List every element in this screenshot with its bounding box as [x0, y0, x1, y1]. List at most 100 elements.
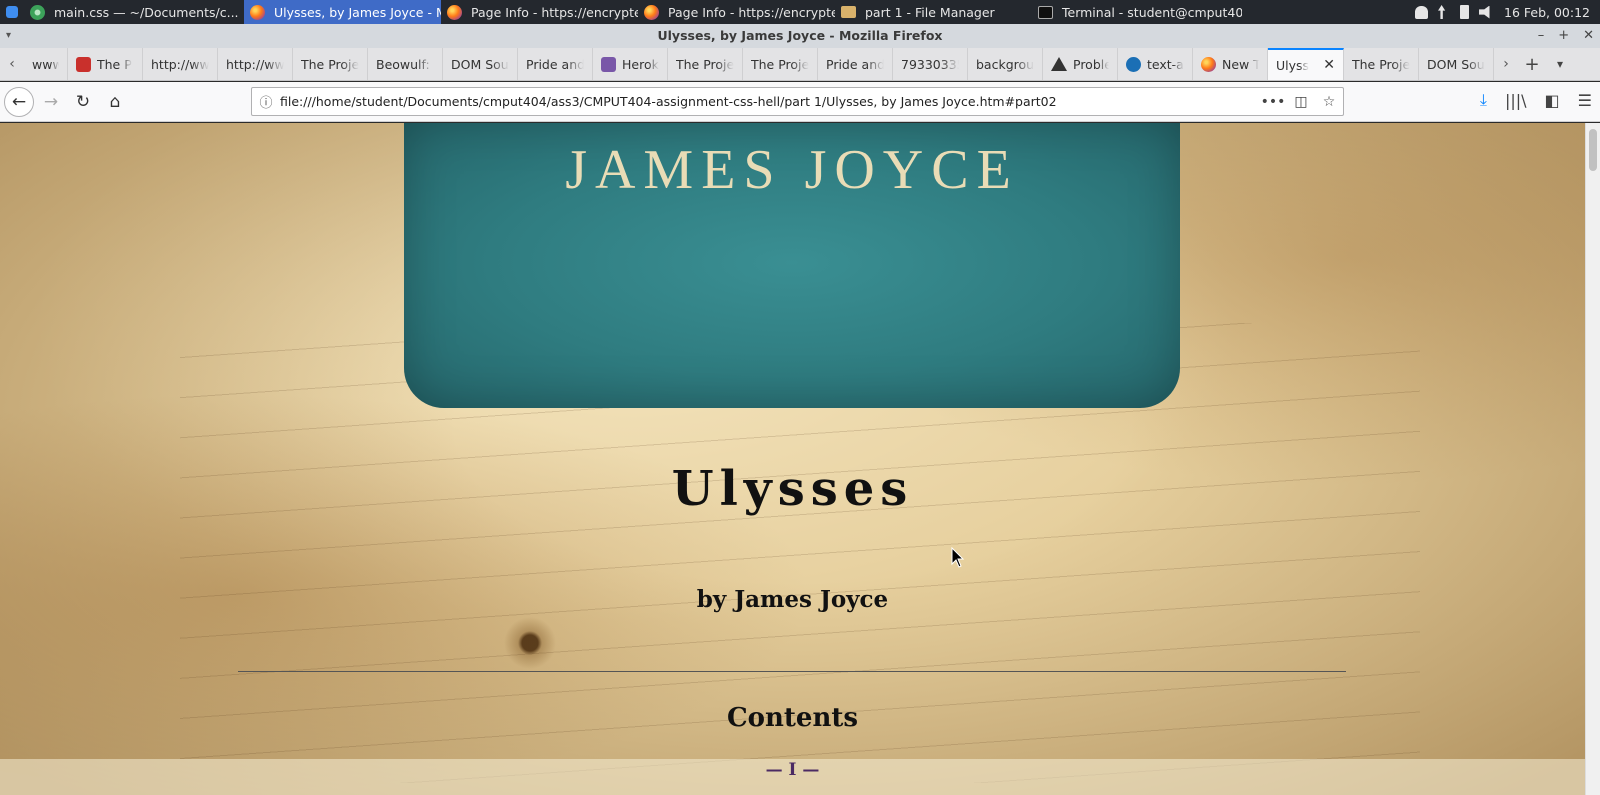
taskbar-item-label: Terminal - student@cmput40...	[1062, 4, 1242, 20]
tab-active-ulysses[interactable]: Ulyss ✕	[1268, 48, 1344, 80]
part-one-link[interactable]: — I —	[0, 760, 1585, 780]
window-title: Ulysses, by James Joyce - Mozilla Firefo…	[657, 28, 943, 43]
tab[interactable]: Herok	[593, 48, 668, 80]
pocket-icon[interactable]: ◫	[1287, 94, 1315, 110]
contents-heading: Contents	[726, 703, 859, 733]
network-icon[interactable]	[1438, 5, 1446, 19]
arrow-right-icon: →	[43, 91, 59, 112]
tab-label: text-a	[1147, 56, 1184, 72]
clock[interactable]: 16 Feb, 00:12	[1504, 5, 1590, 20]
heroku-favicon-icon	[601, 56, 616, 72]
window-titlebar: ▾ Ulysses, by James Joyce - Mozilla Fire…	[0, 24, 1600, 48]
tab[interactable]: Pride and	[818, 48, 893, 80]
tab[interactable]: backgrou	[968, 48, 1043, 80]
horizontal-rule	[238, 671, 1346, 672]
app-menu-icon	[6, 6, 18, 18]
tab-label: www	[32, 56, 59, 72]
sidebar-icon[interactable]: ◧	[1545, 91, 1560, 110]
tab-label: Herok	[622, 56, 659, 72]
taskbar-item-editor[interactable]: main.css — ~/Documents/c...	[24, 0, 244, 24]
hamburger-menu-icon[interactable]: ☰	[1578, 91, 1592, 110]
project-favicon-icon	[76, 56, 91, 72]
page-actions-icon[interactable]: •••	[1259, 94, 1287, 110]
back-button[interactable]: ←	[4, 86, 34, 117]
tab[interactable]: The Proje	[743, 48, 818, 80]
tab[interactable]: DOM Sou	[1419, 48, 1494, 80]
list-all-tabs-button[interactable]: ▾	[1546, 48, 1574, 80]
tab[interactable]: www	[24, 48, 68, 80]
tab[interactable]: Proble	[1043, 48, 1118, 80]
tab[interactable]: The Proje	[668, 48, 743, 80]
tab[interactable]: The Proje	[1344, 48, 1419, 80]
library-icon[interactable]: |||\	[1505, 91, 1527, 110]
close-tab-icon[interactable]: ✕	[1323, 57, 1335, 73]
tab[interactable]: 79330335	[893, 48, 968, 80]
page-scrollbar[interactable]	[1585, 123, 1600, 795]
tab[interactable]: The P	[68, 48, 143, 80]
maximize-icon[interactable]: +	[1558, 24, 1569, 48]
warning-favicon-icon	[1051, 57, 1067, 71]
taskbar-item-page-info-1[interactable]: Page Info - https://encrypted...	[441, 0, 638, 24]
toolbar-right: ⤓ |||\ ◧ ☰	[1480, 90, 1592, 110]
tabs-scroll-left-button[interactable]: ‹	[0, 48, 24, 80]
new-tab-button[interactable]: +	[1518, 48, 1546, 80]
tab[interactable]: http://ww	[218, 48, 293, 80]
tabs-scroll-right-button[interactable]: ›	[1494, 48, 1518, 80]
firefox-icon	[250, 4, 265, 20]
page-viewport: JAMES JOYCE Ulysses by James Joyce Conte…	[0, 123, 1585, 795]
tab-label: http://ww	[151, 56, 209, 72]
terminal-icon	[1038, 5, 1053, 19]
site-info-icon[interactable]: ⓘ	[252, 92, 280, 111]
url-bar[interactable]: ⓘ file:///home/student/Documents/cmput40…	[251, 87, 1344, 116]
scrollbar-thumb[interactable]	[1589, 129, 1597, 171]
tab-label: Beowulf: A	[376, 56, 434, 72]
tab-label: New T	[1222, 56, 1259, 72]
folder-icon	[841, 6, 856, 18]
reload-button[interactable]: ↻	[68, 87, 98, 117]
taskbar-item-label: Page Info - https://encrypted...	[668, 4, 835, 20]
cover-author-text: JAMES JOYCE	[565, 139, 1019, 201]
tab[interactable]: Beowulf: A	[368, 48, 443, 80]
tab-label: The Proje	[301, 56, 359, 72]
chevron-left-icon: ‹	[9, 56, 15, 72]
volume-icon[interactable]	[1479, 5, 1490, 19]
window-menu-chevron-icon[interactable]: ▾	[6, 24, 11, 48]
tab-label: The P	[97, 56, 132, 72]
downloads-icon[interactable]: ⤓	[1480, 90, 1487, 110]
bookmark-star-icon[interactable]: ☆	[1315, 94, 1343, 110]
tab[interactable]: text-a	[1118, 48, 1193, 80]
tab[interactable]: New T	[1193, 48, 1268, 80]
taskbar-item-firefox-ulysses[interactable]: Ulysses, by James Joyce - Mo...	[244, 0, 441, 24]
tab[interactable]: http://ww	[143, 48, 218, 80]
reload-icon: ↻	[75, 91, 91, 112]
tab-label: Proble	[1073, 56, 1109, 72]
system-taskbar: main.css — ~/Documents/c... Ulysses, by …	[0, 0, 1600, 24]
system-tray: 16 Feb, 00:12	[1415, 5, 1600, 20]
home-button[interactable]: ⌂	[100, 87, 130, 117]
taskbar-item-file-manager[interactable]: part 1 - File Manager	[835, 0, 1032, 24]
close-window-icon[interactable]: ✕	[1583, 24, 1594, 48]
firefox-icon	[644, 4, 659, 20]
tab-label: Pride and	[526, 56, 584, 72]
tab[interactable]: The Proje	[293, 48, 368, 80]
tab[interactable]: DOM Sou	[443, 48, 518, 80]
tab-label: http://ww	[226, 56, 284, 72]
mdn-favicon-icon	[1126, 56, 1141, 72]
minimize-icon[interactable]: –	[1538, 24, 1545, 48]
firefox-favicon-icon	[1201, 56, 1216, 72]
app-menu-button[interactable]	[0, 0, 24, 24]
battery-icon[interactable]	[1460, 5, 1470, 19]
tab-label: DOM Sou	[1427, 56, 1485, 72]
taskbar-item-page-info-2[interactable]: Page Info - https://encrypted...	[638, 0, 835, 24]
arrow-left-icon: ←	[11, 91, 27, 112]
taskbar-item-label: part 1 - File Manager	[865, 4, 995, 20]
url-text[interactable]: file:///home/student/Documents/cmput404/…	[280, 94, 1259, 109]
tab[interactable]: Pride and	[518, 48, 593, 80]
taskbar-item-terminal[interactable]: Terminal - student@cmput40...	[1032, 0, 1242, 24]
book-cover-image: JAMES JOYCE	[404, 123, 1180, 408]
notification-bell-icon[interactable]	[1415, 5, 1429, 19]
chrome-icon	[30, 4, 45, 20]
tab-label: The Proje	[676, 56, 734, 72]
firefox-icon	[447, 4, 462, 20]
forward-button[interactable]: →	[36, 87, 66, 117]
